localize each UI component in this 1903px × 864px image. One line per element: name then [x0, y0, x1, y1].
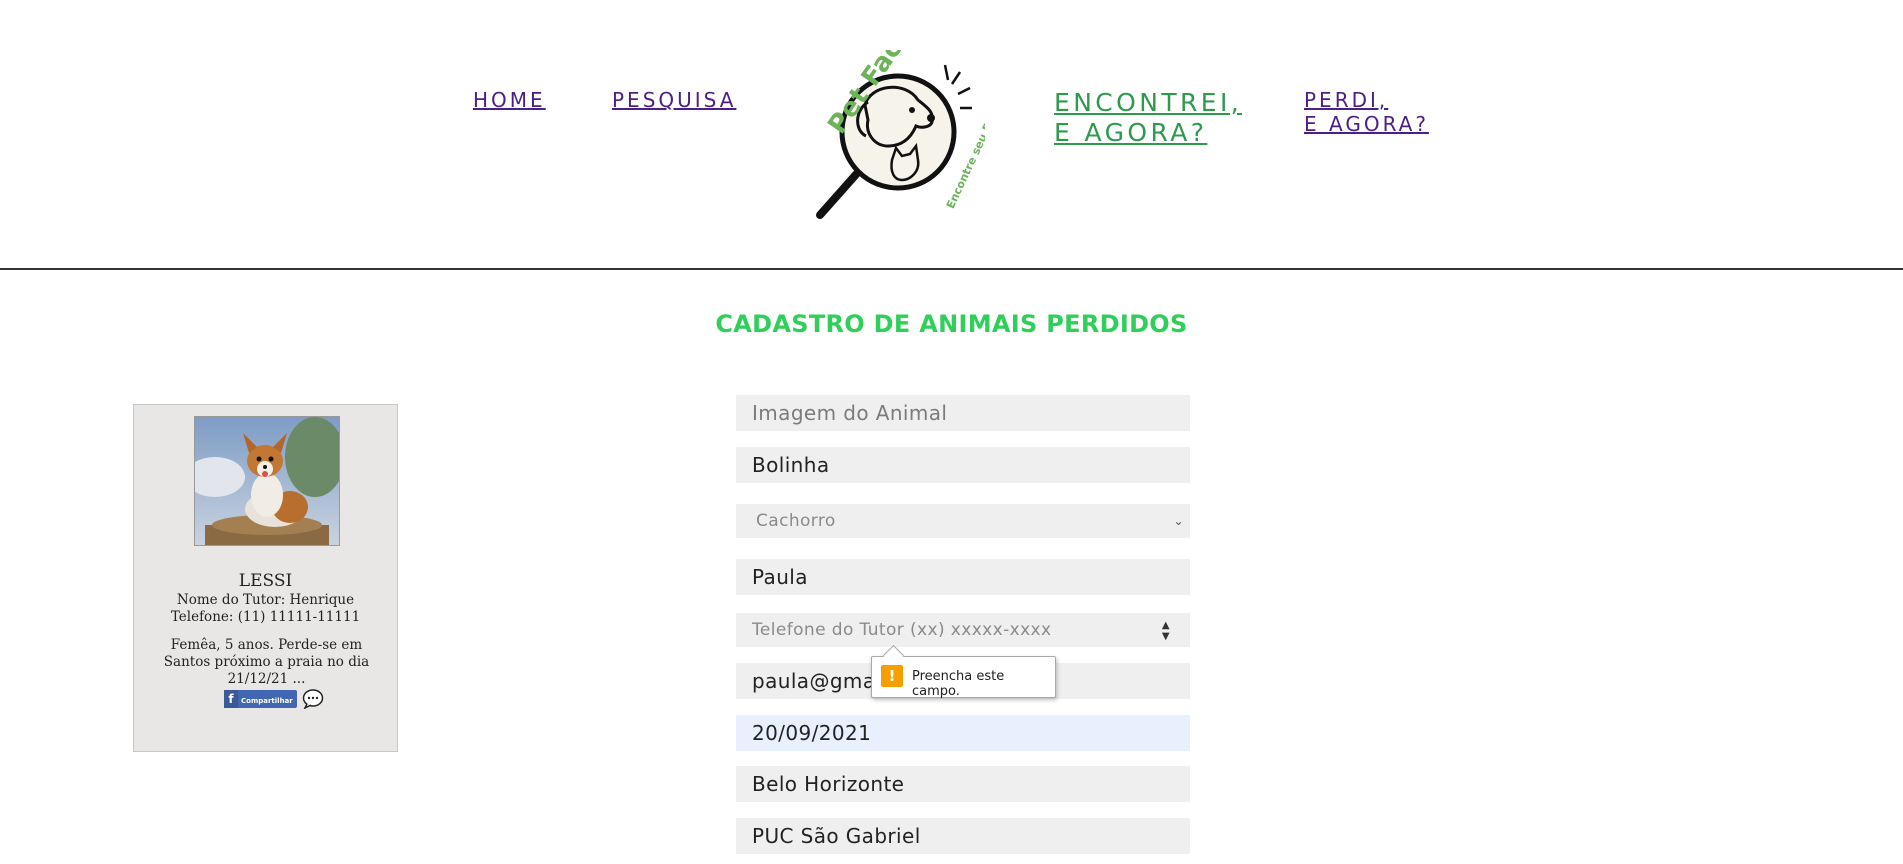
tooltip-message: Preencha este campo.	[912, 669, 1005, 699]
header-divider	[0, 268, 1903, 270]
nav-encontrei-line2: E AGORA?	[1054, 118, 1208, 147]
city-input[interactable]: Belo Horizonte	[736, 766, 1190, 802]
animal-image-input[interactable]: Imagem do Animal	[736, 395, 1190, 431]
nav-perdi-link[interactable]: PERDI, E AGORA?	[1304, 88, 1429, 136]
pet-name: LESSI	[238, 571, 293, 591]
species-selected-value: Cachorro	[756, 511, 836, 531]
nav-home-link[interactable]: HOME	[473, 88, 546, 112]
validation-tooltip: ! Preencha este campo.	[871, 644, 1056, 699]
pet-phone: Telefone: (11) 11111-11111	[170, 609, 361, 625]
pet-tutor: Nome do Tutor: Henrique	[176, 592, 355, 608]
species-select[interactable]: Cachorro ⌄	[736, 504, 1190, 538]
facebook-icon: f	[224, 690, 238, 708]
comment-icon[interactable]	[302, 689, 324, 710]
petface-logo[interactable]: Pet Face Encontre seu Pet	[810, 20, 1000, 225]
pet-card: LESSI Nome do Tutor: Henrique Telefone: …	[133, 404, 398, 752]
nav-perdi-line1: PERDI,	[1304, 88, 1389, 112]
pet-photo[interactable]	[194, 416, 340, 546]
pet-name-input[interactable]: Bolinha	[736, 447, 1190, 483]
date-input[interactable]: 20/09/2021	[736, 715, 1190, 751]
share-label: Compartilhar	[241, 697, 293, 705]
phone-placeholder: Telefone do Tutor (xx) xxxxx-xxxx	[752, 620, 1052, 640]
tutor-name-input[interactable]: Paula	[736, 559, 1190, 595]
warning-icon: !	[881, 665, 903, 687]
tutor-phone-input[interactable]: Telefone do Tutor (xx) xxxxx-xxxx ▲ ▼	[736, 613, 1190, 647]
nav-pesquisa-link[interactable]: PESQUISA	[612, 88, 736, 112]
page-title: CADASTRO DE ANIMAIS PERDIDOS	[715, 310, 1188, 338]
nav-encontrei-line1: ENCONTREI,	[1054, 88, 1243, 117]
facebook-share-button[interactable]: f Compartilhar	[224, 690, 297, 708]
nav-encontrei-link[interactable]: ENCONTREI, E AGORA?	[1054, 88, 1242, 148]
pet-description: Femêa, 5 anos. Perde-se em Santos próxim…	[163, 637, 370, 687]
tooltip-arrow	[882, 644, 905, 667]
nav-perdi-line2: E AGORA?	[1304, 112, 1429, 136]
chevron-down-icon: ⌄	[1173, 514, 1184, 528]
neighborhood-input[interactable]: PUC São Gabriel	[736, 818, 1190, 854]
number-spinner-icon[interactable]: ▲ ▼	[1162, 613, 1170, 642]
